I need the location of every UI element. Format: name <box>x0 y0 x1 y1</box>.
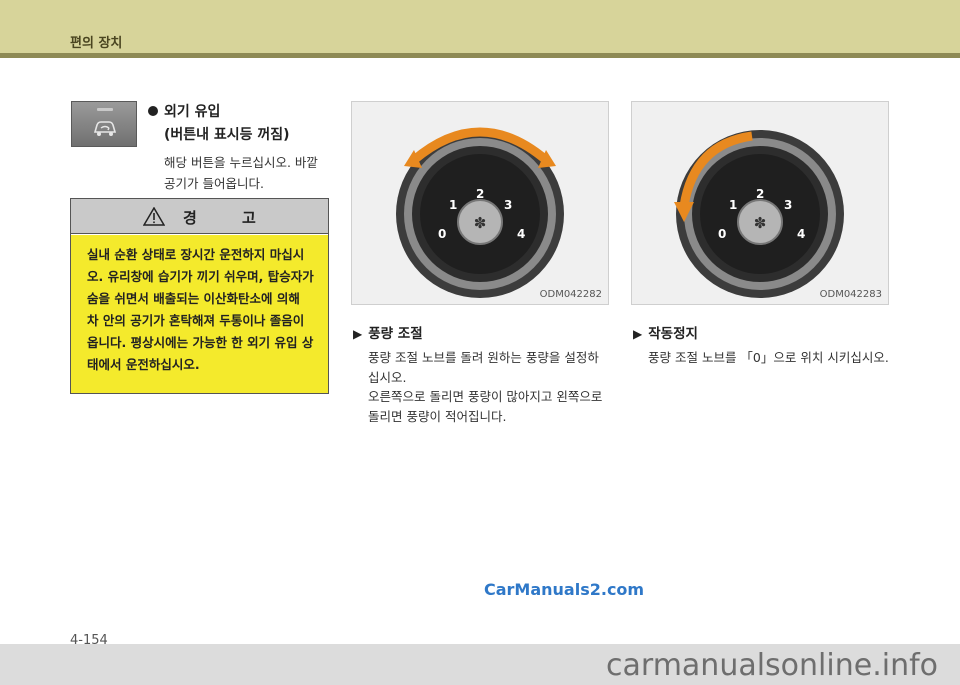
warning-line: 숨을 쉬면서 배출되는 이산화탄소에 의해 <box>87 291 300 306</box>
knob-label-4: 4 <box>797 227 805 241</box>
knob-label-3: 3 <box>504 198 512 212</box>
knob-label-2: 2 <box>756 187 764 201</box>
knob-label-1: 1 <box>449 198 457 212</box>
watermark-link[interactable]: CarManuals2.com <box>484 580 644 599</box>
header-divider <box>0 53 960 58</box>
warning-line: 차 안의 공기가 혼탁해져 두통이나 졸음이 <box>87 313 305 328</box>
warning-line: 오. 유리창에 습기가 끼기 쉬우며, 탑승자가 <box>87 269 314 284</box>
warning-triangle-icon <box>143 207 165 226</box>
header-bar <box>0 0 960 55</box>
knob-label-4: 4 <box>517 227 525 241</box>
footer-watermark[interactable]: carmanualsonline.info <box>606 648 938 683</box>
fan-speed-knob: ✽ 0 1 2 3 4 <box>674 130 844 298</box>
warning-header: 경 고 <box>71 199 328 234</box>
warning-line: 태에서 운전하십시오. <box>87 357 200 372</box>
svg-text:✽: ✽ <box>474 214 487 232</box>
triangle-marker-icon: ▶ <box>633 327 643 341</box>
warning-line: 옵니다. 평상시에는 가능한 한 외기 유입 상 <box>87 335 314 350</box>
bullet-icon <box>148 106 158 116</box>
desc-line: 풍량 조절 노브를 돌려 원하는 풍량을 설정하 <box>368 350 599 365</box>
item-title: 외기 유입 <box>164 104 221 120</box>
desc-line: 오른쪽으로 돌리면 풍량이 많아지고 왼쪽으로 <box>368 389 603 404</box>
warning-box: 경 고 실내 순환 상태로 장시간 운전하지 마십시 오. 유리창에 습기가 끼… <box>70 198 329 394</box>
section-heading-stop: ▶ 작동정지 <box>633 322 698 342</box>
item-subtitle: (버튼내 표시등 꺼짐) <box>164 127 290 143</box>
section-description: 풍량 조절 노브를 「0」으로 위치 시키십시오. <box>648 348 908 368</box>
knob-label-1: 1 <box>729 198 737 212</box>
knob-label-0: 0 <box>718 227 726 241</box>
figure-code: ODM042282 <box>539 289 602 300</box>
triangle-marker-icon: ▶ <box>353 327 363 341</box>
item-description: 해당 버튼을 누르십시오. 바깥 공기가 들어옵니다. <box>164 152 344 194</box>
svg-text:✽: ✽ <box>754 214 767 232</box>
warning-title: 경 고 <box>183 209 276 227</box>
knob-label-3: 3 <box>784 198 792 212</box>
figure-code: ODM042283 <box>819 289 882 300</box>
warning-line: 실내 순환 상태로 장시간 운전하지 마십시 <box>87 247 305 262</box>
desc-line: 풍량 조절 노브를 「0」으로 위치 시키십시오. <box>648 350 889 365</box>
desc-line: 십시오. <box>368 369 407 385</box>
fan-speed-knob: ✽ 0 1 2 3 4 <box>396 127 564 298</box>
item-desc-line: 해당 버튼을 누르십시오. 바깥 <box>164 155 318 170</box>
fan-knob-image-2: ✽ 0 1 2 3 4 ODM042283 <box>631 101 889 305</box>
footer-watermark-bar: carmanualsonline.info <box>0 644 960 685</box>
section-title: 풍량 조절 <box>368 326 423 342</box>
knob-label-2: 2 <box>476 187 484 201</box>
car-air-intake-icon <box>93 121 117 136</box>
page-title: 편의 장치 <box>70 36 123 51</box>
knob-label-0: 0 <box>438 227 446 241</box>
section-title: 작동정지 <box>648 326 698 342</box>
air-intake-button-image <box>71 101 137 147</box>
section-description: 풍량 조절 노브를 돌려 원하는 풍량을 설정하 십시오. 오른쪽으로 돌리면 … <box>368 348 613 426</box>
desc-line: 돌리면 풍량이 적어집니다. <box>368 408 507 424</box>
warning-body: 실내 순환 상태로 장시간 운전하지 마십시 오. 유리창에 습기가 끼기 쉬우… <box>71 235 328 393</box>
section-heading-fan-speed: ▶ 풍량 조절 <box>353 322 423 342</box>
fan-knob-image-1: ✽ 0 1 2 3 4 ODM042282 <box>351 101 609 305</box>
item-desc-line: 공기가 들어옵니다. <box>164 176 264 191</box>
indicator-light <box>97 108 113 111</box>
